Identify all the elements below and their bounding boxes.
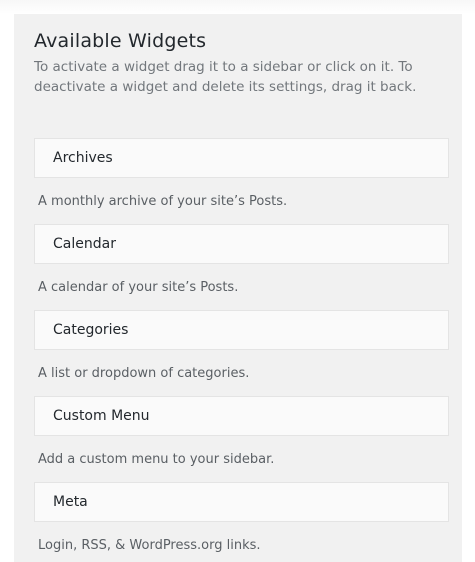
widget-categories[interactable]: Categories — [34, 310, 449, 350]
widget-description: Login, RSS, & WordPress.org links. — [38, 538, 261, 553]
widget-description: Add a custom menu to your sidebar. — [38, 452, 275, 467]
widget-calendar[interactable]: Calendar — [34, 224, 449, 264]
widget-title: Meta — [53, 494, 88, 510]
widget-description: A calendar of your site’s Posts. — [38, 280, 239, 295]
widget-title: Categories — [53, 322, 129, 338]
widget-custom-menu[interactable]: Custom Menu — [34, 396, 449, 436]
widget-description: A monthly archive of your site’s Posts. — [38, 194, 288, 209]
widget-meta[interactable]: Meta — [34, 482, 449, 522]
top-shade — [0, 0, 475, 14]
widget-title: Custom Menu — [53, 408, 150, 424]
available-widgets-panel: Available Widgets To activate a widget d… — [14, 14, 462, 562]
widget-title: Archives — [53, 150, 113, 166]
panel-title: Available Widgets — [34, 30, 207, 52]
panel-description: To activate a widget drag it to a sideba… — [34, 59, 417, 95]
widget-title: Calendar — [53, 236, 116, 252]
widget-archives[interactable]: Archives — [34, 138, 449, 178]
widget-description: A list or dropdown of categories. — [38, 366, 250, 381]
